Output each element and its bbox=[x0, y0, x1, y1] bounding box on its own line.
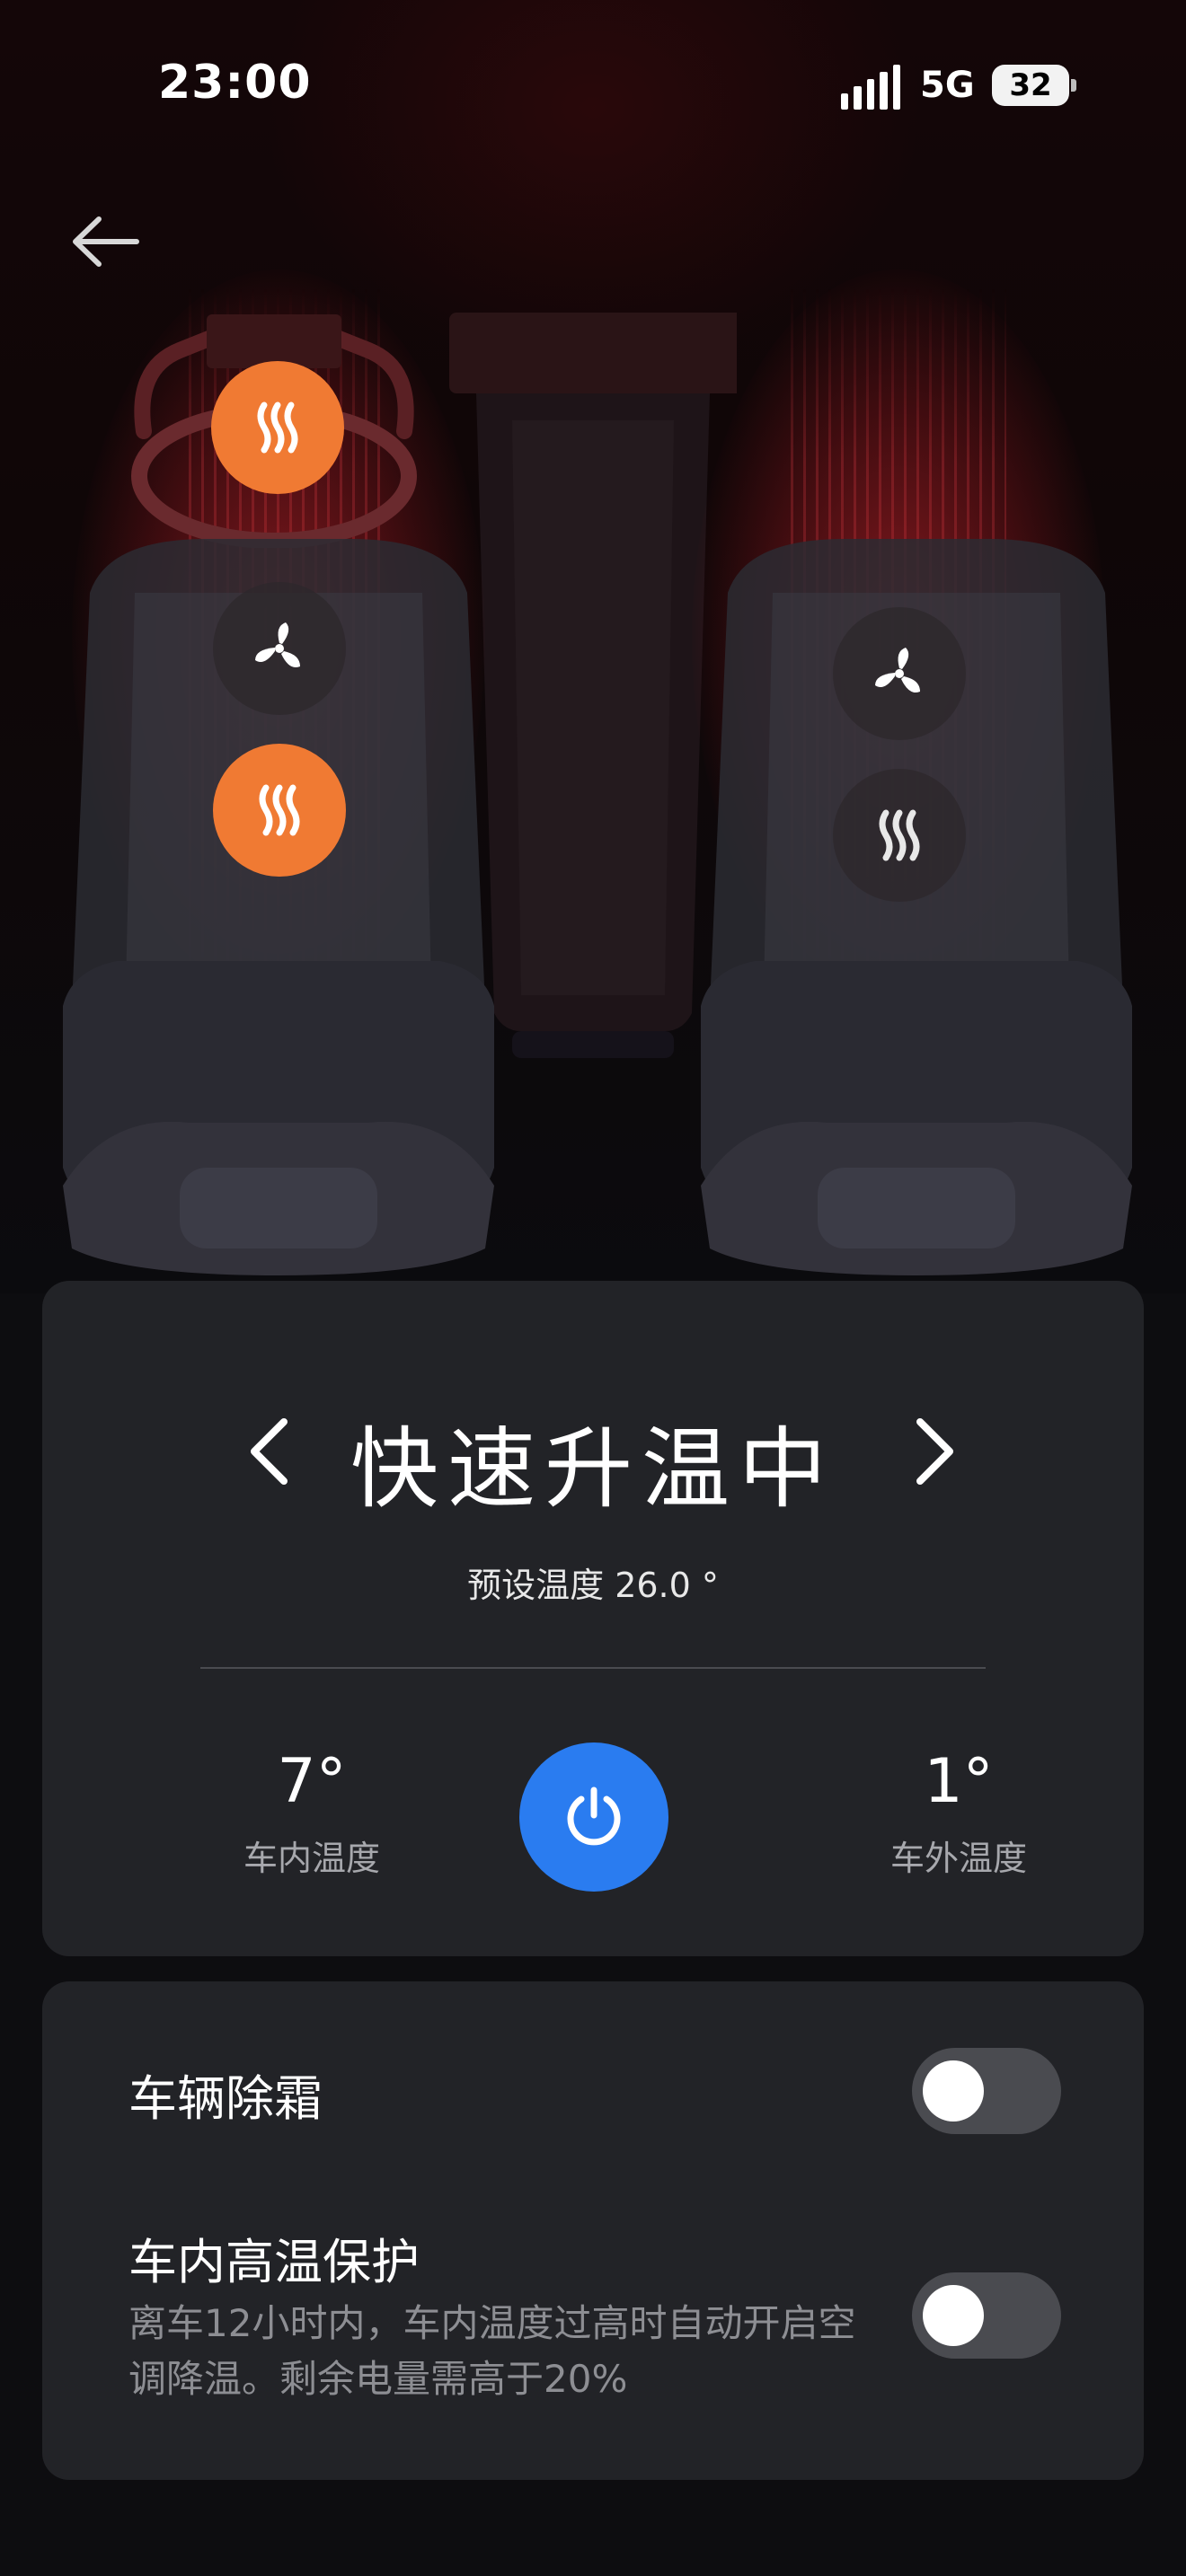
fan-icon bbox=[875, 648, 920, 693]
toggle-knob bbox=[923, 2285, 984, 2346]
back-button[interactable] bbox=[68, 210, 144, 273]
battery-icon: 32 bbox=[992, 65, 1069, 106]
options-card: 车辆除霜 车内高温保护 离车12小时内，车内温度过高时自动开启空调降温。剩余电量… bbox=[42, 1981, 1144, 2480]
toggle-knob bbox=[923, 2060, 984, 2122]
inside-temperature-value: 7° bbox=[277, 1746, 347, 1817]
heat-waves-icon bbox=[879, 809, 920, 861]
heat-protect-toggle[interactable] bbox=[912, 2272, 1061, 2359]
battery-level: 32 bbox=[1009, 67, 1052, 103]
preset-temperature: 预设温度 26.0 ° bbox=[467, 1566, 719, 1605]
right-seat-ventilation-button[interactable] bbox=[833, 607, 966, 740]
fan-icon bbox=[255, 622, 300, 668]
signal-icon bbox=[841, 65, 901, 110]
heat-waves-icon bbox=[257, 401, 298, 454]
left-seat-ventilation-button[interactable] bbox=[213, 582, 346, 715]
steering-wheel-heat-button[interactable] bbox=[211, 361, 344, 494]
battery-tip bbox=[1071, 79, 1076, 92]
power-icon bbox=[567, 1786, 621, 1846]
defrost-toggle[interactable] bbox=[912, 2048, 1061, 2134]
right-seat-heat-button[interactable] bbox=[833, 769, 966, 902]
heat-waves-icon bbox=[259, 784, 300, 836]
inside-temperature-label: 车内温度 bbox=[243, 1839, 380, 1878]
heat-protect-label: 车内高温保护 bbox=[128, 2234, 420, 2290]
left-seat-heat-button[interactable] bbox=[213, 744, 346, 877]
status-time: 23:00 bbox=[158, 56, 312, 110]
chevron-right-icon[interactable] bbox=[898, 1402, 969, 1501]
climate-mode-title: 快速升温中 bbox=[350, 1418, 836, 1521]
climate-card: 快速升温中 预设温度 26.0 ° 7° 车内温度 1° 车外温度 bbox=[42, 1281, 1144, 1956]
power-button[interactable] bbox=[519, 1742, 668, 1892]
arrow-left-icon bbox=[73, 216, 139, 267]
defrost-label: 车辆除霜 bbox=[128, 2070, 323, 2127]
outside-temperature-value: 1° bbox=[924, 1746, 994, 1817]
network-type: 5G bbox=[920, 65, 975, 106]
outside-temperature-label: 车外温度 bbox=[890, 1839, 1027, 1878]
heat-protect-description: 离车12小时内，车内温度过高时自动开启空调降温。剩余电量需高于20% bbox=[128, 2301, 856, 2401]
divider bbox=[200, 1667, 986, 1669]
car-interior-illustration bbox=[0, 269, 1186, 1284]
